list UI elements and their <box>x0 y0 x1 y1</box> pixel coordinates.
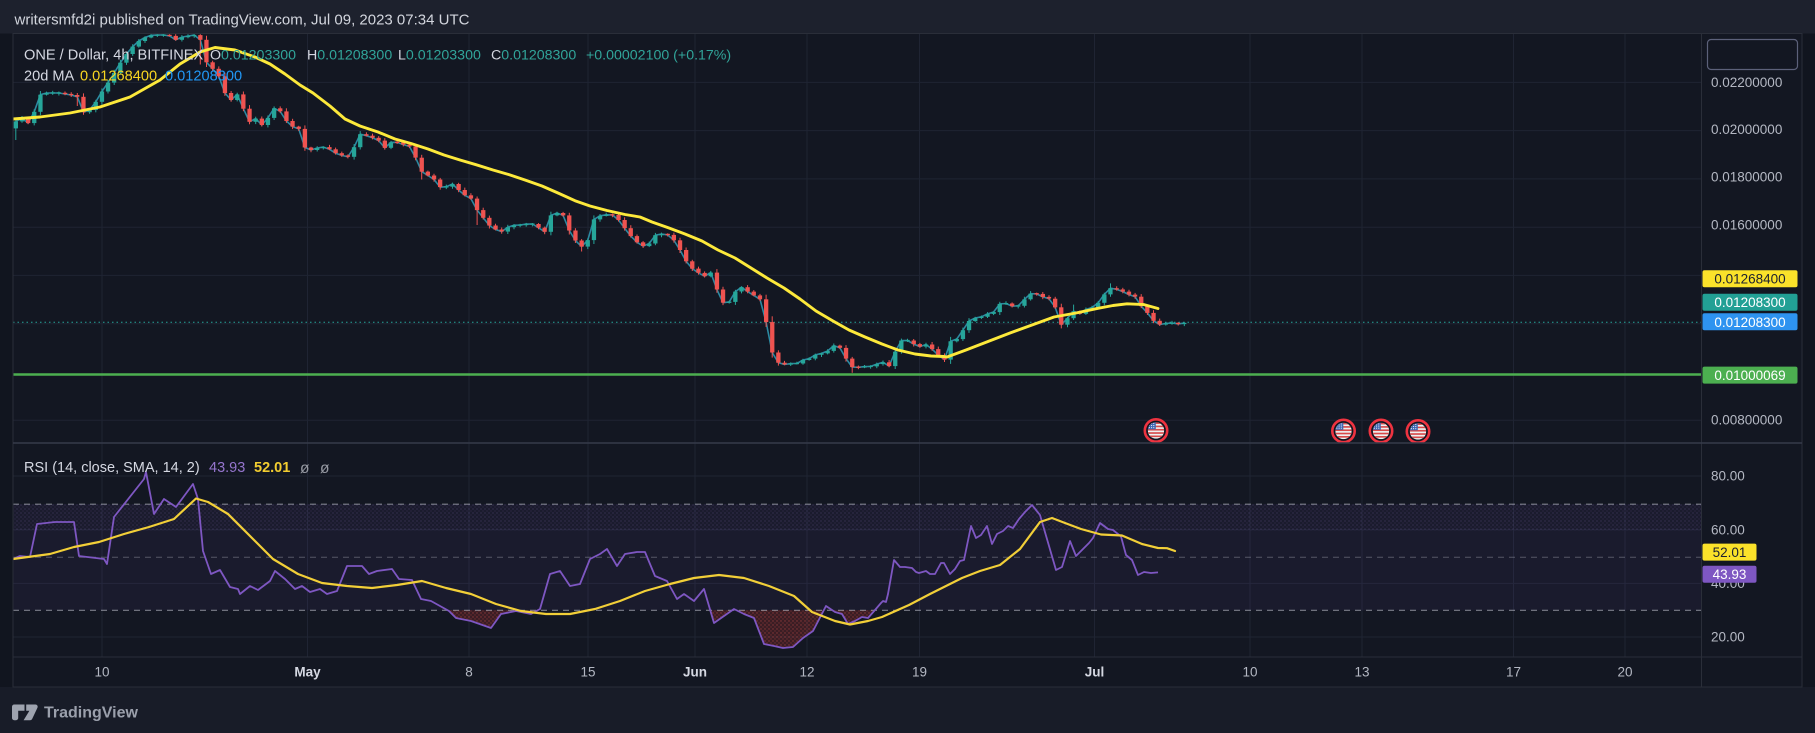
svg-text:13: 13 <box>1354 665 1369 680</box>
svg-text:Jun: Jun <box>683 665 707 680</box>
svg-text:15: 15 <box>580 665 595 680</box>
svg-text:17: 17 <box>1506 665 1521 680</box>
svg-text:0.01000069: 0.01000069 <box>1714 368 1785 383</box>
svg-text:May: May <box>294 665 321 680</box>
svg-text:52.01: 52.01 <box>1713 545 1747 560</box>
svg-text:10: 10 <box>94 665 109 680</box>
svg-text:19: 19 <box>912 665 927 680</box>
svg-text:10: 10 <box>1242 665 1257 680</box>
svg-text:80.00: 80.00 <box>1711 469 1745 484</box>
svg-text:0.01600000: 0.01600000 <box>1711 218 1782 233</box>
svg-text:43.93: 43.93 <box>1713 567 1747 582</box>
svg-text:0.02200000: 0.02200000 <box>1711 75 1782 90</box>
svg-text:0.01208300: 0.01208300 <box>1714 295 1785 310</box>
svg-text:0.00800000: 0.00800000 <box>1711 412 1782 427</box>
svg-text:8: 8 <box>465 665 473 680</box>
svg-text:20: 20 <box>1617 665 1632 680</box>
svg-text:60.00: 60.00 <box>1711 522 1745 537</box>
svg-text:0.02000000: 0.02000000 <box>1711 122 1782 137</box>
svg-text:12: 12 <box>799 665 814 680</box>
svg-text:TradingView: TradingView <box>44 705 139 722</box>
svg-text:ONE / Dollar, 4h, BITFINEXO0.0: ONE / Dollar, 4h, BITFINEXO0.01203300H0.… <box>24 48 731 64</box>
svg-text:Jul: Jul <box>1085 665 1105 680</box>
svg-text:20d MA0.012684000.01208300: 20d MA0.012684000.01208300 <box>24 69 242 85</box>
svg-text:0.01800000: 0.01800000 <box>1711 170 1782 185</box>
svg-text:0.01208300: 0.01208300 <box>1714 315 1785 330</box>
svg-text:0.01268400: 0.01268400 <box>1714 272 1785 287</box>
svg-text:writersmfd2i published on Trad: writersmfd2i published on TradingView.co… <box>14 12 470 29</box>
svg-text:20.00: 20.00 <box>1711 630 1745 645</box>
svg-text:RSI (14, close, SMA, 14, 2)43.: RSI (14, close, SMA, 14, 2)43.9352.01øø <box>24 460 330 477</box>
